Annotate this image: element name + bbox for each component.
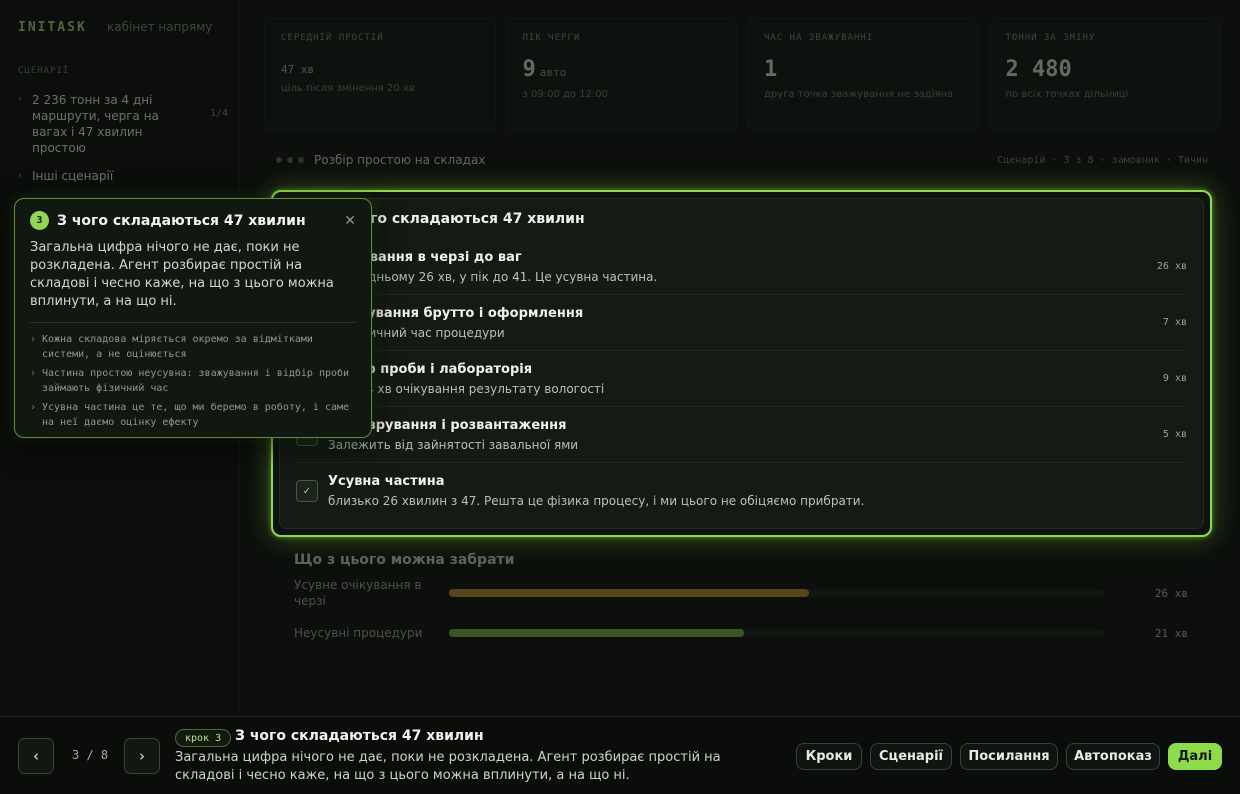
row-description: Залежить від зайнятості завальної ями bbox=[328, 437, 579, 452]
reduction-bar-row: Усувне очікування в черзі 26 хв bbox=[294, 578, 1188, 608]
popover-text: Загальна цифра нічого не дає, поки не ро… bbox=[30, 240, 334, 309]
check-icon[interactable]: ✓ bbox=[296, 480, 318, 502]
reduction-bar-row: Неусувні процедури 21 хв bbox=[294, 618, 1188, 648]
row-description: близько 26 хвилин з 47. Решта це фізика … bbox=[328, 494, 865, 508]
stat-note: друга точка зважування не задіяна bbox=[764, 89, 954, 100]
arrow-right-icon: › bbox=[30, 402, 37, 413]
window-dots-icon bbox=[276, 157, 304, 163]
stat-label: ПІК ЧЕРГИ bbox=[522, 33, 581, 43]
stats-row: СЕРЕДНІЙ ПРОСТІЙ 47 хв ціль після змінен… bbox=[264, 18, 1220, 132]
divider bbox=[30, 322, 356, 323]
row-minutes: 5 хв bbox=[1162, 429, 1187, 440]
row-title: Відбір проби і лабораторія bbox=[328, 361, 533, 377]
bar-value: 26 хв bbox=[1154, 586, 1188, 600]
stat-card: ТОННИ ЗА ЗМІНУ 2 480 по всіх точках діль… bbox=[988, 18, 1220, 132]
breakdown-row[interactable]: Очікування в черзі до ваг У середньому 2… bbox=[296, 239, 1187, 295]
stat-value: 2 480 bbox=[1005, 57, 1072, 82]
bar-track bbox=[449, 589, 1104, 597]
bar-fill bbox=[449, 629, 744, 637]
sidebar-item-other-scenarios[interactable]: › Інші сценарії bbox=[18, 168, 228, 184]
row-description: У середньому 26 хв, у пік до 41. Це усув… bbox=[328, 269, 658, 284]
sidebar-item-scenario[interactable]: › 2 236 тонн за 4 дні маршрути, черга на… bbox=[18, 92, 228, 156]
section-title: Розбір простою на складах bbox=[314, 153, 486, 167]
stat-label: ЧАС НА ЗВАЖУВАННІ bbox=[764, 33, 874, 43]
section-meta: Сценарій · 3 з 8 · замовник · Тичин bbox=[997, 154, 1208, 166]
bar-label: Неусувні процедури bbox=[294, 626, 423, 640]
sidebar-section-label: СЦЕНАРІЇ bbox=[18, 66, 70, 76]
stat-card: ПІК ЧЕРГИ 9 авто з 09:00 до 12:00 bbox=[505, 18, 737, 132]
popover-point: › Кожна складова міряється окремо за відм… bbox=[30, 334, 313, 360]
row-title: Очікування в черзі до ваг bbox=[328, 249, 522, 265]
popover-title: З чого складаються 47 хвилин bbox=[57, 212, 306, 229]
row-description: Це фізичний час процедури bbox=[328, 325, 505, 340]
bar-track bbox=[449, 629, 1104, 637]
step-badge: крок 3 bbox=[175, 729, 232, 747]
arrow-right-icon: › bbox=[30, 368, 37, 379]
sidebar-item-label: 2 236 тонн за 4 дні маршрути, черга на в… bbox=[32, 93, 159, 155]
tour-popover: 3 З чого складаються 47 хвилин ✕ Загальн… bbox=[14, 198, 372, 438]
arrow-right-icon: › bbox=[30, 334, 37, 345]
bar-value: 21 хв bbox=[1154, 626, 1188, 640]
popover-point: › Частина простою неусувна: зважування і … bbox=[30, 368, 350, 394]
scenarios-button[interactable]: Сценарії bbox=[870, 743, 952, 770]
stat-label: ТОННИ ЗА ЗМІНУ bbox=[1005, 33, 1096, 43]
sidebar-item-count: 1/4 bbox=[209, 108, 228, 119]
stat-card: ЧАС НА ЗВАЖУВАННІ 1 друга точка зважуван… bbox=[747, 18, 979, 132]
popover-point: › Усувна частина це те, що ми беремо в ро… bbox=[30, 402, 350, 428]
brand-subtitle: кабінет напряму bbox=[107, 20, 213, 34]
bar-label: Усувне очікування в черзі bbox=[294, 578, 422, 608]
brand-logo[interactable]: INITASK bbox=[18, 20, 87, 35]
reduction-section: Що з цього можна забрати Усувне очікуван… bbox=[294, 552, 1188, 648]
chevron-right-icon: › bbox=[18, 170, 22, 181]
row-minutes: 9 хв bbox=[1162, 373, 1187, 384]
stat-value: 47 хв bbox=[281, 63, 315, 76]
step-counter: 3 / 8 bbox=[72, 748, 109, 762]
breakdown-row[interactable]: Маневрування і розвантаження Залежить ві… bbox=[296, 407, 1187, 463]
stat-note: по всіх точках дільниці bbox=[1005, 89, 1129, 100]
section-header: Розбір простою на складах Сценарій · 3 з… bbox=[276, 150, 1208, 170]
steps-button[interactable]: Кроки bbox=[796, 743, 862, 770]
row-description: З них 4 хв очікування результату вологос… bbox=[328, 381, 605, 396]
breakdown-row-summary[interactable]: ✓ Усувна частина близько 26 хвилин з 47.… bbox=[296, 463, 1187, 519]
stat-label: СЕРЕДНІЙ ПРОСТІЙ bbox=[281, 33, 384, 43]
row-title: Зважування брутто і оформлення bbox=[328, 305, 584, 321]
stat-value: 9 авто bbox=[522, 57, 567, 82]
sidebar-item-label: Інші сценарії bbox=[32, 169, 114, 183]
stat-note: ціль після змінення 20 хв bbox=[281, 83, 415, 94]
highlight-frame: З чого складаються 47 хвилин Очікування … bbox=[271, 190, 1212, 537]
stat-value: 1 bbox=[764, 57, 778, 82]
links-button[interactable]: Посилання bbox=[960, 743, 1058, 770]
breakdown-card: З чого складаються 47 хвилин Очікування … bbox=[279, 198, 1204, 529]
row-minutes: 26 хв bbox=[1156, 261, 1187, 272]
row-title: Маневрування і розвантаження bbox=[328, 417, 567, 433]
step-title: З чого складаються 47 хвилин bbox=[235, 728, 484, 744]
breakdown-title: З чого складаються 47 хвилин bbox=[336, 211, 585, 227]
breakdown-row[interactable]: Відбір проби і лабораторія З них 4 хв оч… bbox=[296, 351, 1187, 407]
step-number-badge: 3 bbox=[30, 211, 49, 230]
stat-card: СЕРЕДНІЙ ПРОСТІЙ 47 хв ціль після змінен… bbox=[264, 18, 496, 132]
next-step-button[interactable]: › bbox=[124, 738, 160, 774]
autoplay-button[interactable]: Автопоказ bbox=[1066, 743, 1160, 770]
chevron-right-icon: › bbox=[18, 94, 22, 105]
prev-step-button[interactable]: ‹ bbox=[18, 738, 54, 774]
step-description: Загальна цифра нічого не дає, поки не ро… bbox=[175, 750, 721, 783]
reduction-title: Що з цього можна забрати bbox=[294, 552, 515, 568]
row-minutes: 7 хв bbox=[1162, 317, 1187, 328]
bar-fill bbox=[449, 589, 810, 597]
close-icon[interactable]: ✕ bbox=[344, 213, 356, 229]
breakdown-row[interactable]: Зважування брутто і оформлення Це фізичн… bbox=[296, 295, 1187, 351]
tour-bottom-bar: ‹ 3 / 8 › крок 3 З чого складаються 47 х… bbox=[0, 716, 1240, 794]
next-button[interactable]: Далі bbox=[1168, 743, 1222, 770]
row-title: Усувна частина bbox=[328, 474, 445, 489]
stat-note: з 09:00 до 12:00 bbox=[522, 89, 609, 100]
